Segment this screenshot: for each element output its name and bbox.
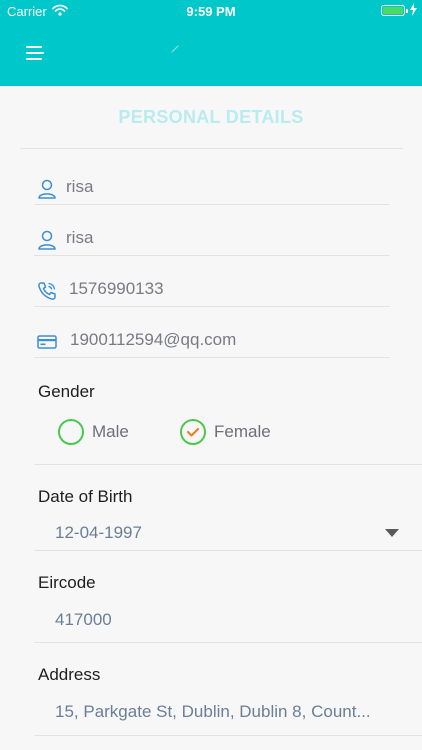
eircode-value: 417000 [55,610,112,629]
field-divider [34,204,390,205]
card-icon [37,335,57,349]
last-name-field[interactable]: risa [34,219,390,259]
gender-label: Gender [38,382,95,401]
battery-icon [381,5,408,16]
dob-select[interactable]: 12-04-1997 [34,514,422,550]
field-divider [34,357,390,358]
status-bar: Carrier 9:59 PM [0,0,422,22]
radio-unselected-icon [58,419,84,445]
charging-icon [410,3,417,16]
eircode-label: Eircode [38,573,96,592]
hamburger-menu-icon[interactable] [26,44,46,62]
gender-option-label: Male [92,422,129,441]
dob-value: 12-04-1997 [55,523,142,542]
page-title: PERSONAL DETAILS [118,107,304,127]
address-value: 15, Parkgate St, Dublin, Dublin 8, Count… [55,702,371,721]
phone-value: 1576990133 [69,279,164,298]
user-icon [38,179,56,199]
section-divider [34,550,422,551]
address-label: Address [38,665,101,684]
field-divider [34,306,390,307]
field-divider [34,255,390,256]
address-field[interactable]: 15, Parkgate St, Dublin, Dublin 8, Count… [34,692,422,730]
section-divider [34,464,422,465]
chevron-down-icon[interactable] [385,529,399,537]
checkmark-icon [186,427,200,437]
app-logo-icon [171,45,179,53]
first-name-field[interactable]: risa [34,168,390,208]
section-divider [34,735,422,736]
phone-icon [38,282,56,300]
email-value: 1900112594@qq.com [70,330,237,349]
first-name-value: risa [66,177,94,196]
last-name-value: risa [66,228,94,247]
title-divider [20,148,403,149]
phone-field[interactable]: 1576990133 [34,270,390,310]
dob-label: Date of Birth [38,487,133,506]
section-divider [34,642,422,643]
gender-option-label: Female [214,422,271,441]
app-header: Carrier 9:59 PM [0,0,422,86]
eircode-field[interactable]: 417000 [34,600,422,640]
user-icon [38,230,56,250]
email-field[interactable]: 1900112594@qq.com [34,321,390,361]
radio-selected-icon [180,419,206,445]
clock: 9:59 PM [186,4,236,19]
